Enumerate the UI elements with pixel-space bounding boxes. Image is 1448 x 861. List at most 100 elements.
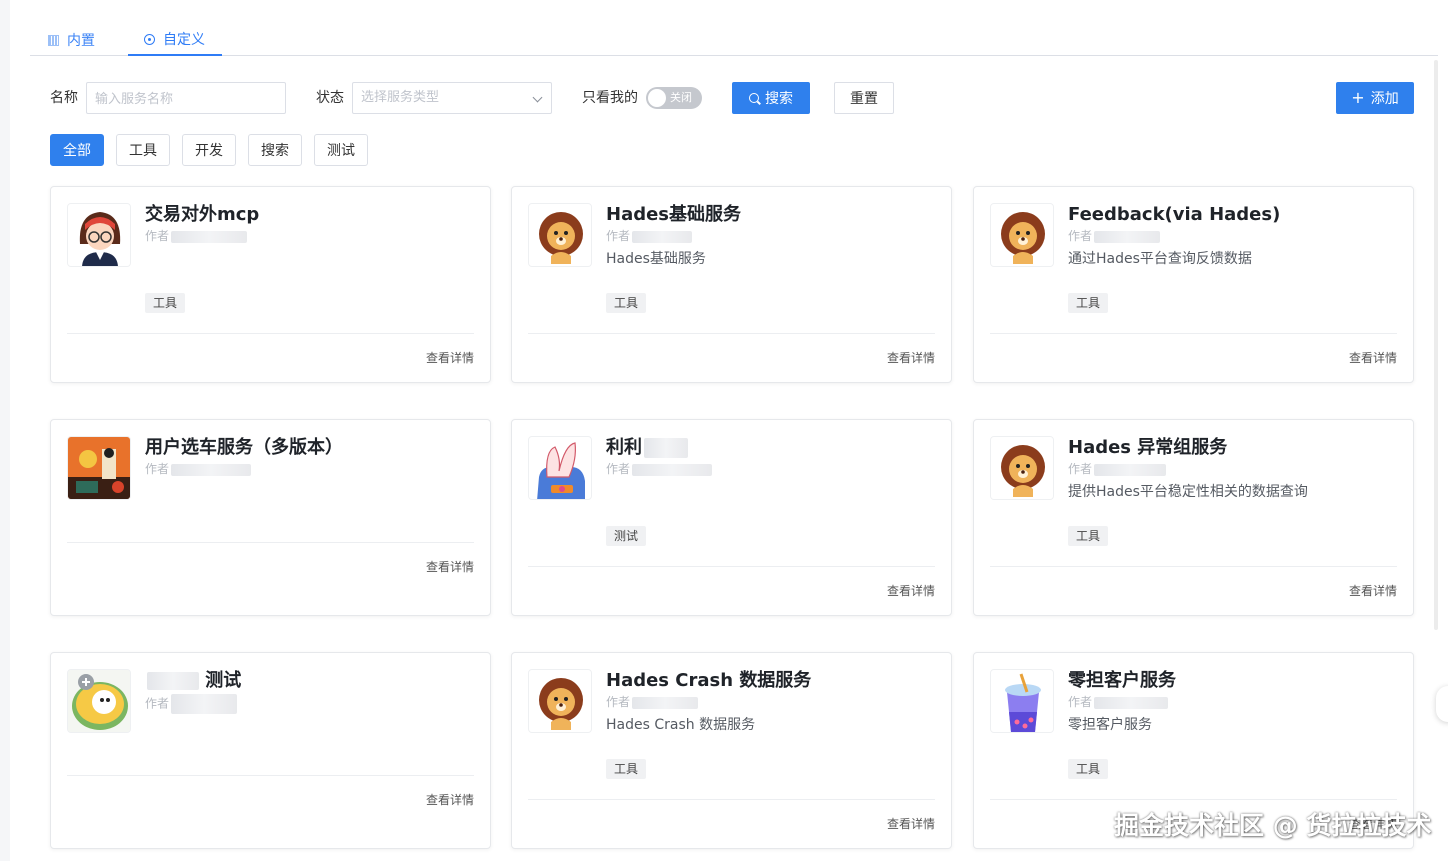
card-author: 作者 <box>606 228 693 244</box>
lion-avatar <box>528 669 592 733</box>
category-search-label: 搜索 <box>261 143 289 159</box>
floating-side-handle[interactable] <box>1436 686 1448 722</box>
card-author: 作者 <box>606 461 713 477</box>
card-title: Hades Crash 数据服务 <box>606 670 812 691</box>
card-title: 交易对外mcp <box>145 204 260 225</box>
view-details-link[interactable]: 查看详情 <box>426 350 474 366</box>
tab-builtin-label: 内置 <box>67 33 95 49</box>
redacted-author <box>632 230 693 243</box>
search-button-label: 搜索 <box>765 91 793 107</box>
card-title: Hades基础服务 <box>606 204 742 225</box>
service-card[interactable]: Hades基础服务 作者 Hades基础服务 工具 查看详情 <box>511 186 952 383</box>
service-card[interactable]: 利利 作者 测试 查看详情 <box>511 419 952 616</box>
redacted-title <box>644 438 688 458</box>
card-author: 作者 <box>606 694 699 710</box>
watermark: 掘金技术社区 @ 货拉拉技术 <box>1114 811 1432 840</box>
add-button[interactable]: + 添加 <box>1336 82 1414 114</box>
service-type-tabs: 内置 自定义 <box>30 24 1438 56</box>
view-details-link[interactable]: 查看详情 <box>426 559 474 575</box>
category-test[interactable]: 测试 <box>314 134 368 166</box>
redacted-author <box>171 230 248 243</box>
service-card[interactable]: Feedback(via Hades) 作者 通过Hades平台查询反馈数据 工… <box>973 186 1414 383</box>
card-title: 测试 <box>145 669 241 693</box>
card-author: 作者 <box>1068 228 1161 244</box>
page-scrollbar[interactable] <box>1434 60 1438 630</box>
service-card[interactable]: Hades Crash 数据服务 作者 Hades Crash 数据服务 工具 … <box>511 652 952 849</box>
view-details-link[interactable]: 查看详情 <box>887 350 935 366</box>
view-details-link[interactable]: 查看详情 <box>1349 350 1397 366</box>
card-author: 作者 <box>1068 694 1169 710</box>
card-description: 零担客户服务 <box>1068 717 1152 733</box>
card-divider <box>528 566 935 567</box>
card-description: 提供Hades平台稳定性相关的数据查询 <box>1068 484 1308 500</box>
card-tag: 测试 <box>606 526 647 546</box>
card-divider <box>67 775 474 776</box>
category-tools[interactable]: 工具 <box>116 134 170 166</box>
status-label: 状态 <box>316 90 344 106</box>
card-tag: 工具 <box>1068 759 1109 779</box>
category-all[interactable]: 全部 <box>50 134 104 166</box>
card-divider <box>990 333 1397 334</box>
category-test-label: 测试 <box>327 143 355 159</box>
card-author: 作者 <box>145 228 248 244</box>
category-dev-label: 开发 <box>195 143 223 159</box>
view-details-link[interactable]: 查看详情 <box>1349 583 1397 599</box>
service-card[interactable]: 测试 作者 查看详情 <box>50 652 491 849</box>
girl-avatar <box>67 203 131 267</box>
hand-avatar <box>528 436 592 500</box>
card-divider <box>528 333 935 334</box>
card-divider <box>67 542 474 543</box>
service-name-input[interactable] <box>86 82 286 114</box>
category-dev[interactable]: 开发 <box>182 134 236 166</box>
view-details-link[interactable]: 查看详情 <box>887 583 935 599</box>
card-description: Hades Crash 数据服务 <box>606 717 756 733</box>
tab-custom[interactable]: 自定义 <box>128 24 222 56</box>
card-title: 用户选车服务（多版本） <box>145 437 343 458</box>
card-author: 作者 <box>145 694 238 714</box>
category-all-label: 全部 <box>63 143 91 159</box>
card-tag: 工具 <box>1068 526 1109 546</box>
service-card[interactable]: 交易对外mcp 作者 工具 查看详情 <box>50 186 491 383</box>
redacted-author <box>1094 230 1161 243</box>
reset-button-label: 重置 <box>850 91 878 107</box>
service-card[interactable]: Hades 异常组服务 作者 提供Hades平台稳定性相关的数据查询 工具 查看… <box>973 419 1414 616</box>
chevron-down-icon <box>532 92 543 103</box>
reset-button[interactable]: 重置 <box>834 82 894 114</box>
search-button[interactable]: 搜索 <box>732 82 810 114</box>
card-divider <box>67 333 474 334</box>
tab-custom-label: 自定义 <box>163 32 205 48</box>
redacted-author <box>1094 696 1169 709</box>
card-tag: 工具 <box>1068 293 1109 313</box>
view-details-link[interactable]: 查看详情 <box>426 792 474 808</box>
view-details-link[interactable]: 查看详情 <box>887 816 935 832</box>
redacted-author <box>171 463 252 476</box>
redacted-author <box>171 694 238 714</box>
service-type-placeholder: 选择服务类型 <box>361 90 440 105</box>
plus-icon: + <box>1351 88 1365 107</box>
card-description: Hades基础服务 <box>606 251 706 267</box>
only-mine-toggle[interactable]: 关闭 <box>646 87 702 109</box>
card-divider <box>990 566 1397 567</box>
only-mine-label: 只看我的 <box>582 90 638 106</box>
card-author: 作者 <box>1068 461 1167 477</box>
redacted-title <box>147 672 199 690</box>
bowl-avatar <box>67 669 131 733</box>
search-icon <box>749 93 759 103</box>
card-author: 作者 <box>145 461 252 477</box>
left-sidebar-edge <box>0 0 10 861</box>
target-icon <box>144 33 155 45</box>
redacted-author <box>632 696 699 709</box>
category-search[interactable]: 搜索 <box>248 134 302 166</box>
service-type-select[interactable]: 选择服务类型 <box>352 82 552 114</box>
tab-builtin[interactable]: 内置 <box>48 24 95 56</box>
lion-avatar <box>528 203 592 267</box>
toggle-state-text: 关闭 <box>670 91 692 104</box>
card-title: Hades 异常组服务 <box>1068 437 1228 458</box>
lion-avatar <box>990 436 1054 500</box>
category-tools-label: 工具 <box>129 143 157 159</box>
card-description: 通过Hades平台查询反馈数据 <box>1068 251 1252 267</box>
card-title: Feedback(via Hades) <box>1068 204 1281 225</box>
card-divider <box>528 799 935 800</box>
redacted-author <box>1094 463 1167 476</box>
service-card[interactable]: 用户选车服务（多版本） 作者 查看详情 <box>50 419 491 616</box>
